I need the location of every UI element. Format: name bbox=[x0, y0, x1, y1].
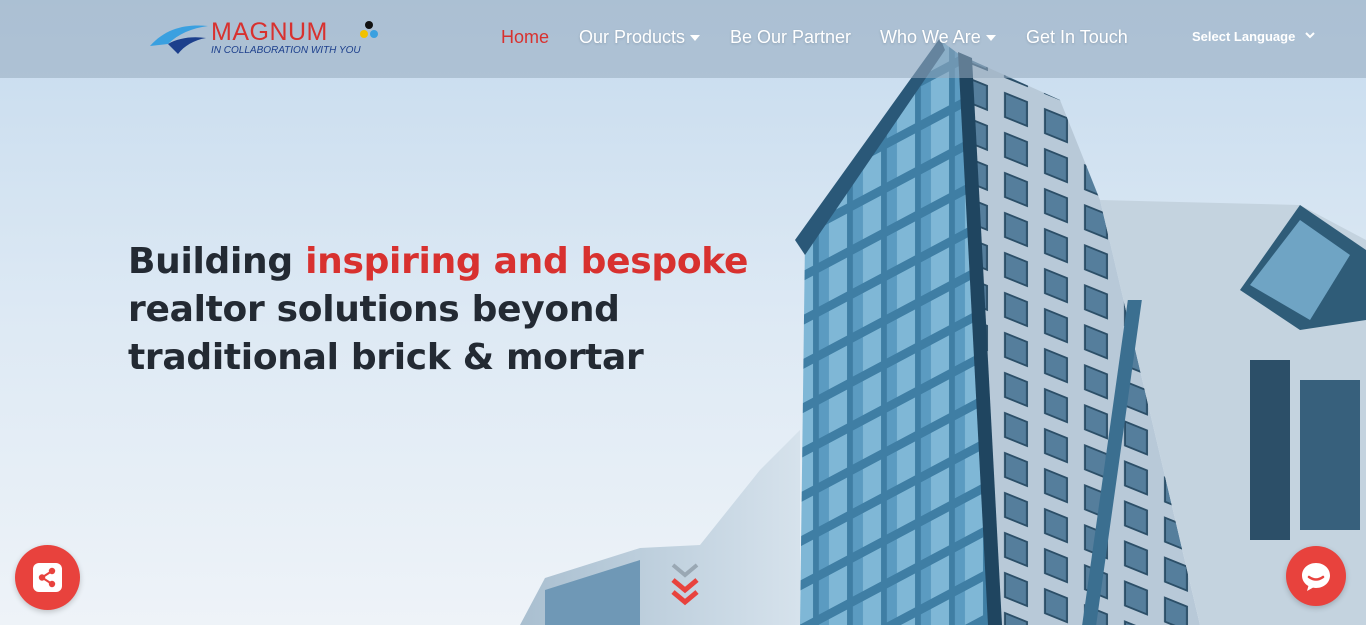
nav-who-we-are[interactable]: Who We Are bbox=[880, 27, 996, 48]
share-button[interactable] bbox=[15, 545, 80, 610]
headline-part1: Building bbox=[128, 241, 306, 282]
headline-part2: realtor solutions beyond traditional bri… bbox=[128, 289, 644, 378]
caret-down-icon bbox=[985, 35, 996, 42]
nav-our-products[interactable]: Our Products bbox=[579, 27, 701, 48]
nav-get-in-touch[interactable]: Get In Touch bbox=[1026, 27, 1128, 48]
headline-highlight: inspiring and bespoke bbox=[305, 241, 749, 282]
nav-home[interactable]: Home bbox=[501, 27, 549, 48]
chevron-down-icon[interactable] bbox=[1305, 32, 1315, 40]
main-nav: Home Our Products Be Our Partner Who We … bbox=[0, 0, 1366, 78]
nav-who-we-are-label: Who We Are bbox=[880, 27, 981, 47]
double-chevron-down-icon[interactable] bbox=[670, 562, 700, 608]
nav-be-our-partner[interactable]: Be Our Partner bbox=[730, 27, 851, 48]
nav-our-products-label: Our Products bbox=[579, 27, 686, 47]
site-header: MAGNUM IN COLLABORATION WITH YOU Home Ou… bbox=[0, 0, 1366, 78]
caret-down-icon bbox=[690, 35, 701, 42]
hero-headline: Building inspiring and bespoke realtor s… bbox=[128, 238, 808, 382]
chat-icon bbox=[1302, 563, 1330, 591]
chat-button[interactable] bbox=[1286, 546, 1346, 606]
language-select[interactable]: Select Language bbox=[1192, 29, 1295, 44]
share-icon bbox=[33, 563, 62, 592]
